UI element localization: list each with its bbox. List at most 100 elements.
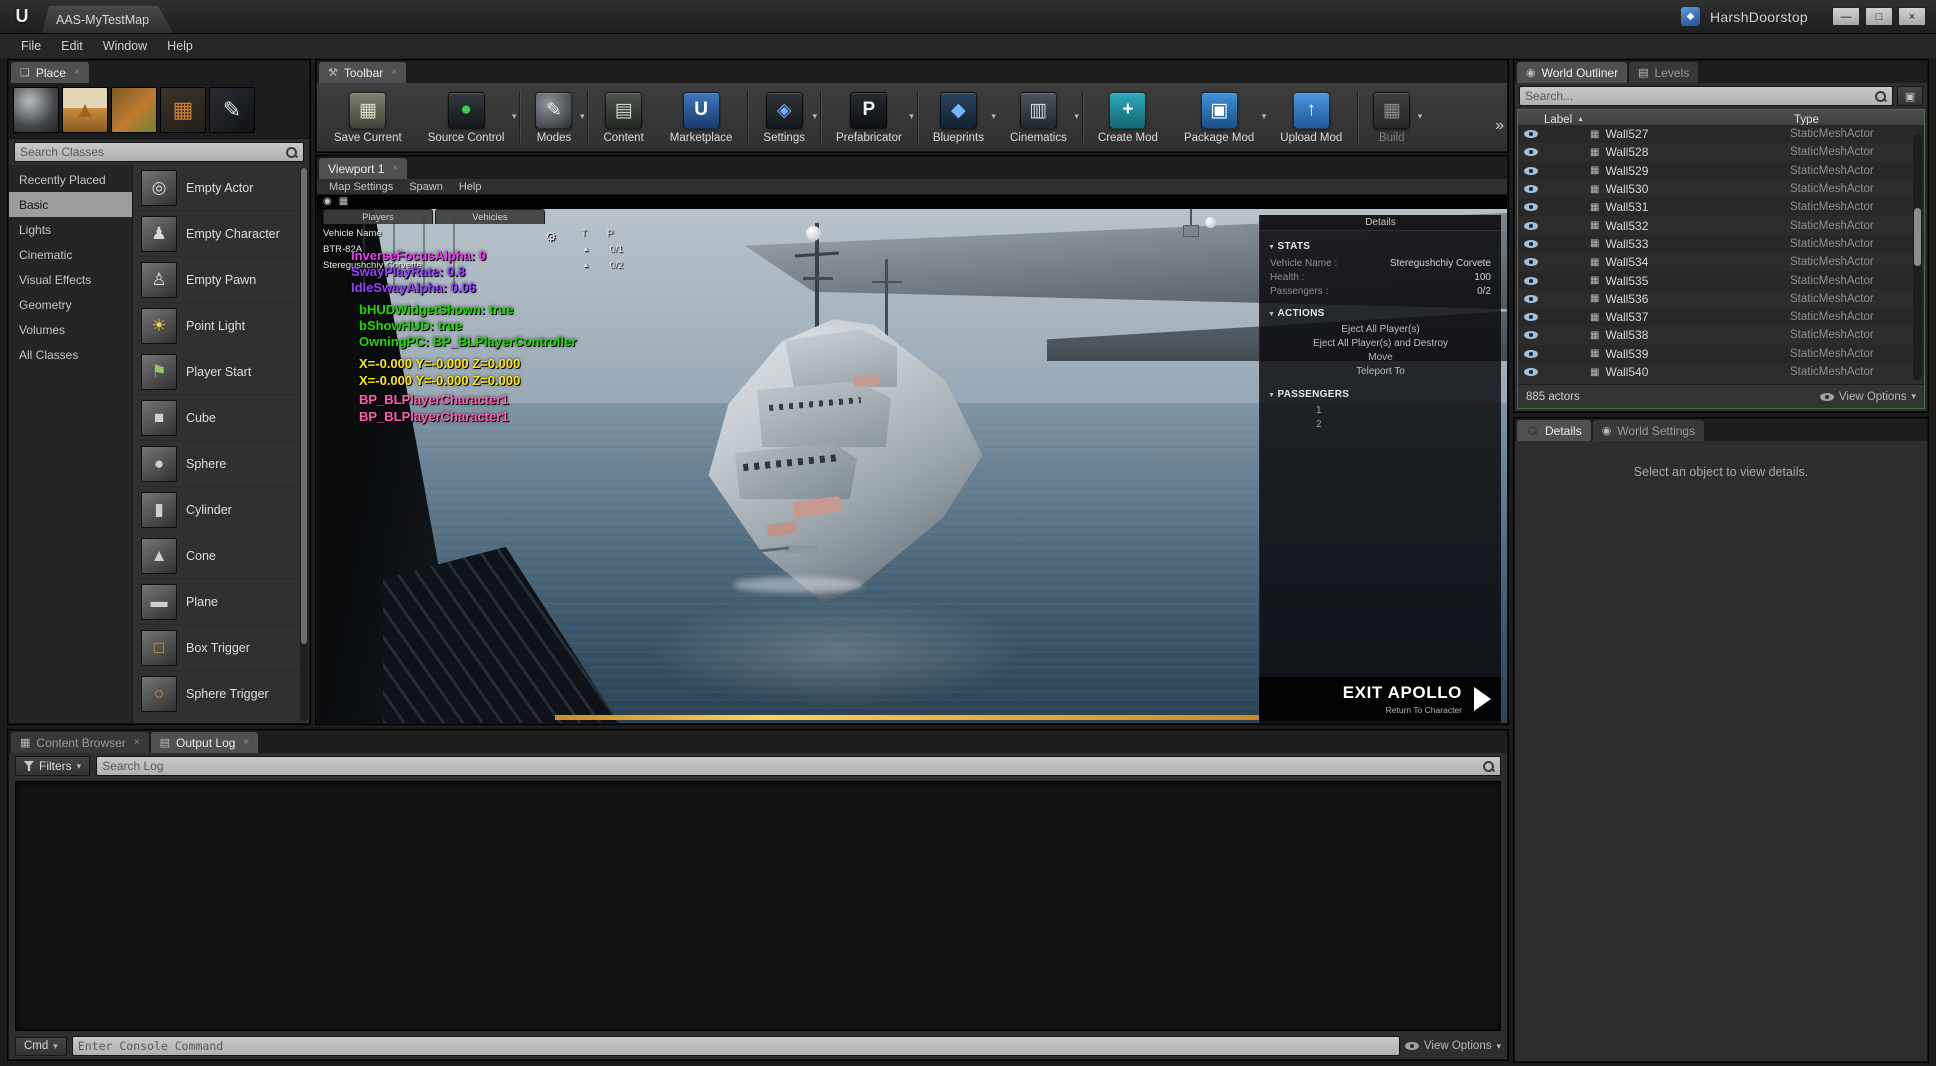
actions-section-header[interactable]: ACTIONS (1268, 308, 1493, 319)
upload-mod-button[interactable]: ↑ Upload Mod (1267, 89, 1355, 146)
tab-levels[interactable]: ▤ Levels (1629, 62, 1699, 83)
outliner-row-wall527[interactable]: ▦ Wall527 StaticMeshActor (1518, 125, 1924, 144)
place-item-empty-actor[interactable]: ◎ Empty Actor (133, 165, 309, 211)
outliner-row-wall534[interactable]: ▦ Wall534 StaticMeshActor (1518, 253, 1924, 272)
filters-button[interactable]: Filters ▾ (15, 756, 91, 776)
visibility-eye-icon[interactable] (1524, 127, 1538, 141)
outliner-row-wall532[interactable]: ▦ Wall532 StaticMeshActor (1518, 216, 1924, 235)
search-classes-input[interactable] (20, 145, 281, 159)
label-column-header[interactable]: Label ▲ (1518, 114, 1584, 126)
tab-place[interactable]: ❏ Place × (11, 62, 89, 83)
tab-toolbar[interactable]: ⚒ Toolbar × (319, 62, 407, 83)
outliner-row-wall530[interactable]: ▦ Wall530 StaticMeshActor (1518, 179, 1924, 199)
console-command-input[interactable] (77, 1039, 1394, 1053)
category-lights[interactable]: Lights (9, 217, 132, 242)
dropdown-caret-icon[interactable]: ▾ (512, 111, 517, 122)
tab-output-log[interactable]: ▤ Output Log × (150, 732, 259, 753)
outliner-view-options-button[interactable]: View Options ▾ (1819, 390, 1916, 404)
output-log-content[interactable] (15, 781, 1501, 1031)
tab-details[interactable]: Details (1517, 420, 1591, 441)
settings-button[interactable]: ◈ Settings ▾ (750, 89, 818, 146)
outliner-scrollbar[interactable] (1913, 134, 1922, 380)
category-all-classes[interactable]: All Classes (9, 342, 132, 367)
passenger-slot-1[interactable]: 2 (1260, 418, 1501, 432)
place-item-point-light[interactable]: ☀ Point Light (133, 303, 309, 349)
outliner-row-wall533[interactable]: ▦ Wall533 StaticMeshActor (1518, 234, 1924, 254)
visibility-eye-icon[interactable] (1524, 365, 1538, 379)
blueprints-button[interactable]: ◆ Blueprints ▾ (920, 89, 997, 146)
place-item-cone[interactable]: ▲ Cone (133, 533, 309, 579)
action-eject-all-player-s-and-destroy[interactable]: Eject All Player(s) and Destroy (1260, 337, 1501, 351)
visibility-eye-icon[interactable] (1524, 200, 1538, 214)
log-view-options-button[interactable]: View Options ▾ (1404, 1039, 1501, 1053)
menu-window[interactable]: Window (94, 37, 156, 55)
category-cinematic[interactable]: Cinematic (9, 242, 132, 267)
visibility-eye-icon[interactable] (1524, 274, 1538, 288)
outliner-row-wall539[interactable]: ▦ Wall539 StaticMeshActor (1518, 344, 1924, 363)
cinematics-button[interactable]: ▥ Cinematics ▾ (997, 89, 1080, 146)
category-volumes[interactable]: Volumes (9, 317, 132, 342)
tab-content-browser[interactable]: ▦ Content Browser × (11, 732, 149, 753)
source-control-button[interactable]: ● Source Control ▾ (415, 89, 518, 146)
save-current-button[interactable]: ▦ Save Current (321, 89, 415, 146)
place-item-box-trigger[interactable]: □ Box Trigger (133, 625, 309, 671)
category-geometry[interactable]: Geometry (9, 292, 132, 317)
place-item-empty-pawn[interactable]: ♙ Empty Pawn (133, 257, 309, 303)
toolbar-overflow-button[interactable]: » (1495, 117, 1504, 135)
outliner-search-input[interactable] (1525, 89, 1870, 103)
place-item-plane[interactable]: ▬ Plane (133, 579, 309, 625)
prefabricator-button[interactable]: P Prefabricator ▾ (823, 89, 915, 146)
content-button[interactable]: ▤ Content (590, 89, 656, 146)
outliner-row-wall528[interactable]: ▦ Wall528 StaticMeshActor (1518, 143, 1924, 162)
visibility-eye-icon[interactable] (1524, 145, 1538, 159)
dropdown-caret-icon[interactable]: ▾ (812, 111, 817, 122)
outliner-row-wall529[interactable]: ▦ Wall529 StaticMeshActor (1518, 161, 1924, 180)
close-button[interactable]: × (1898, 7, 1926, 26)
debug-tab-players[interactable]: Players (323, 209, 433, 224)
search-log-input[interactable] (102, 759, 1478, 773)
minimize-button[interactable]: — (1832, 7, 1860, 26)
dropdown-caret-icon[interactable]: ▾ (909, 111, 914, 122)
category-basic[interactable]: Basic (9, 192, 132, 217)
type-column-header[interactable]: Type (1794, 114, 1819, 126)
visibility-eye-icon[interactable] (1524, 219, 1538, 233)
close-icon[interactable]: × (392, 163, 398, 174)
menu-help[interactable]: Help (158, 37, 202, 55)
outliner-row-wall536[interactable]: ▦ Wall536 StaticMeshActor (1518, 289, 1924, 308)
action-move[interactable]: Move (1260, 351, 1501, 365)
dropdown-caret-icon[interactable]: ▾ (1074, 111, 1079, 122)
viewport-menu-spawn[interactable]: Spawn (401, 181, 451, 193)
menu-edit[interactable]: Edit (52, 37, 92, 55)
place-item-cube[interactable]: ■ Cube (133, 395, 309, 441)
outliner-row-wall540[interactable]: ▦ Wall540 StaticMeshActor (1518, 362, 1924, 382)
place-item-sphere-trigger[interactable]: ○ Sphere Trigger (133, 671, 309, 717)
close-icon[interactable]: × (243, 737, 249, 748)
exit-apollo-button[interactable]: EXIT APOLLO Return To Character (1259, 677, 1501, 721)
dropdown-caret-icon[interactable]: ▾ (1262, 111, 1267, 122)
visibility-eye-icon[interactable] (1524, 310, 1538, 324)
dropdown-caret-icon[interactable]: ▾ (1418, 111, 1423, 122)
outliner-row-wall537[interactable]: ▦ Wall537 StaticMeshActor (1518, 307, 1924, 327)
action-teleport-to[interactable]: Teleport To (1260, 365, 1501, 379)
maximize-button[interactable]: □ (1865, 7, 1893, 26)
place-item-player-start[interactable]: ⚑ Player Start (133, 349, 309, 395)
debug-tab-vehicles[interactable]: Vehicles (435, 209, 545, 224)
visibility-eye-icon[interactable] (1524, 292, 1538, 306)
visibility-eye-icon[interactable] (1524, 237, 1538, 251)
tab-world-settings[interactable]: ◉ World Settings (1592, 420, 1705, 441)
tab-world-outliner[interactable]: ◉ World Outliner (1517, 62, 1628, 83)
cmd-dropdown-button[interactable]: Cmd ▾ (15, 1036, 67, 1056)
tab-viewport-1[interactable]: Viewport 1 × (319, 158, 408, 179)
marketplace-button[interactable]: U Marketplace (657, 89, 746, 146)
place-scrollbar[interactable] (300, 167, 308, 721)
menu-file[interactable]: File (12, 37, 50, 55)
stats-section-header[interactable]: STATS (1268, 241, 1493, 252)
pen-asset-icon[interactable]: ✎ (209, 87, 255, 133)
outliner-row-wall531[interactable]: ▦ Wall531 StaticMeshActor (1518, 198, 1924, 217)
visibility-eye-icon[interactable] (1524, 255, 1538, 269)
place-scrollbar-thumb[interactable] (301, 168, 307, 645)
visibility-eye-icon[interactable] (1524, 347, 1538, 361)
game-viewport[interactable]: ◉ ▦ Players Vehicles Vehicle Name T P BTR… (317, 195, 1507, 723)
place-item-sphere[interactable]: ● Sphere (133, 441, 309, 487)
passenger-slot-0[interactable]: 1 (1260, 404, 1501, 418)
